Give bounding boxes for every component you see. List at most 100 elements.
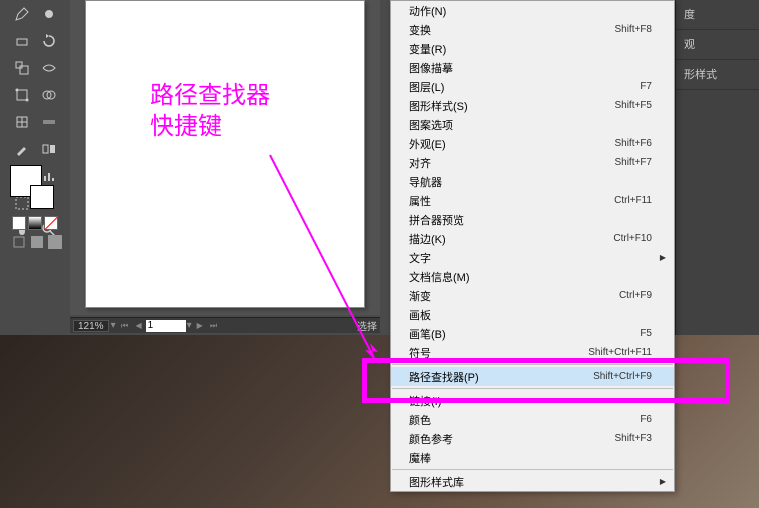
menu-label: 文字 [409, 250, 652, 266]
menu-shortcut: Shift+F6 [614, 138, 652, 149]
menu-shortcut: Shift+F8 [614, 24, 652, 35]
menu-item-19[interactable]: 路径查找器(P)Shift+Ctrl+F9 [391, 367, 674, 386]
menu-label: 变量(R) [409, 41, 652, 57]
menu-label: 动作(N) [409, 3, 652, 19]
last-page-button[interactable]: ⏭ [208, 320, 220, 332]
menu-shortcut: Shift+Ctrl+F9 [593, 371, 652, 382]
page-number[interactable]: 1 [146, 320, 186, 332]
tool-eyedropper[interactable] [8, 135, 35, 162]
tool-shape-builder[interactable] [35, 81, 62, 108]
menu-item-23[interactable]: 魔棒 [391, 448, 674, 467]
menu-item-11[interactable]: 拼合器预览 [391, 210, 674, 229]
menu-shortcut: Ctrl+F11 [614, 195, 652, 206]
menu-separator [392, 388, 673, 389]
tool-blob[interactable] [35, 0, 62, 27]
color-mode[interactable] [12, 216, 26, 230]
submenu-arrow-icon: ▶ [660, 477, 666, 486]
menu-item-18[interactable]: 符号Shift+Ctrl+F11 [391, 343, 674, 362]
annotation-line2: 快捷键 [150, 111, 270, 142]
artboard[interactable] [85, 0, 365, 308]
tool-rotate[interactable] [35, 27, 62, 54]
window-menu: 动作(N)变换Shift+F8变量(R)图像描摹图层(L)F7图形样式(S)Sh… [390, 0, 675, 492]
stroke-color[interactable] [30, 185, 54, 209]
menu-label: 渐变 [409, 288, 619, 304]
menu-item-3[interactable]: 图像描摹 [391, 58, 674, 77]
menu-item-24[interactable]: 图形样式库▶ [391, 472, 674, 491]
menu-item-5[interactable]: 图形样式(S)Shift+F5 [391, 96, 674, 115]
annotation-text: 路径查找器 快捷键 [150, 80, 270, 142]
menu-label: 文档信息(M) [409, 269, 652, 285]
menu-shortcut: F6 [640, 414, 652, 425]
menu-label: 外观(E) [409, 136, 614, 152]
menu-label: 符号 [409, 345, 588, 361]
menu-item-10[interactable]: 属性Ctrl+F11 [391, 191, 674, 210]
menu-label: 描边(K) [409, 231, 613, 247]
menu-label: 拼合器预览 [409, 212, 652, 228]
tool-pencil[interactable] [8, 0, 35, 27]
screen-mode-full[interactable] [30, 235, 44, 249]
menu-label: 链接(I) [409, 393, 652, 409]
menu-label: 对齐 [409, 155, 614, 171]
next-page-button[interactable]: ▶ [194, 320, 206, 332]
first-page-button[interactable]: ⏮ [119, 320, 131, 332]
menu-item-21[interactable]: 颜色F6 [391, 410, 674, 429]
menu-label: 图案选项 [409, 117, 652, 133]
menu-shortcut: Ctrl+F9 [619, 290, 652, 301]
canvas-area [70, 0, 380, 315]
prev-page-button[interactable]: ◀ [133, 320, 145, 332]
tool-eraser[interactable] [8, 27, 35, 54]
menu-shortcut: Shift+F5 [614, 100, 652, 111]
tool-mesh[interactable] [8, 108, 35, 135]
zoom-dropdown-icon[interactable]: ▾ [111, 320, 116, 331]
tool-blend[interactable] [35, 135, 62, 162]
menu-item-0[interactable]: 动作(N) [391, 1, 674, 20]
screen-mode-presentation[interactable] [48, 235, 62, 249]
menu-item-8[interactable]: 对齐Shift+F7 [391, 153, 674, 172]
panel-item-2[interactable]: 观 [676, 30, 759, 60]
tool-gradient[interactable] [35, 108, 62, 135]
menu-item-2[interactable]: 变量(R) [391, 39, 674, 58]
menu-shortcut: Shift+Ctrl+F11 [588, 347, 652, 358]
tool-scale[interactable] [8, 54, 35, 81]
gradient-mode[interactable] [28, 216, 42, 230]
screen-mode-normal[interactable] [12, 235, 26, 249]
menu-label: 图层(L) [409, 79, 640, 95]
menu-label: 图形样式(S) [409, 98, 614, 114]
menu-shortcut: F5 [640, 328, 652, 339]
none-mode[interactable] [44, 216, 58, 230]
menu-separator [392, 364, 673, 365]
status-label: 选择 [357, 318, 377, 333]
menu-item-16[interactable]: 画板 [391, 305, 674, 324]
color-mode-swatches [12, 216, 58, 230]
screen-modes [12, 235, 62, 249]
panel-item-1[interactable]: 度 [676, 0, 759, 30]
menu-item-12[interactable]: 描边(K)Ctrl+F10 [391, 229, 674, 248]
menu-item-4[interactable]: 图层(L)F7 [391, 77, 674, 96]
right-panel: 度 观 形样式 [675, 0, 759, 335]
page-dropdown-icon[interactable]: ▾ [187, 320, 192, 331]
menu-label: 属性 [409, 193, 614, 209]
menu-label: 颜色参考 [409, 431, 614, 447]
menu-label: 导航器 [409, 174, 652, 190]
menu-item-9[interactable]: 导航器 [391, 172, 674, 191]
status-bar: 121% ▾ ⏮ ◀ 1 ▾ ▶ ⏭ 选择 [70, 317, 380, 333]
menu-shortcut: Shift+F7 [614, 157, 652, 168]
menu-item-13[interactable]: 文字 ▶ [391, 248, 674, 267]
menu-item-1[interactable]: 变换Shift+F8 [391, 20, 674, 39]
menu-shortcut: Ctrl+F10 [613, 233, 652, 244]
menu-item-20[interactable]: 链接(I) [391, 391, 674, 410]
menu-label: 变换 [409, 22, 614, 38]
submenu-arrow-icon: ▶ [660, 253, 666, 262]
panel-item-3[interactable]: 形样式 [676, 60, 759, 90]
menu-item-7[interactable]: 外观(E)Shift+F6 [391, 134, 674, 153]
menu-item-14[interactable]: 文档信息(M) [391, 267, 674, 286]
menu-shortcut: F7 [640, 81, 652, 92]
zoom-level[interactable]: 121% [73, 320, 109, 332]
menu-item-17[interactable]: 画笔(B)F5 [391, 324, 674, 343]
menu-label: 画笔(B) [409, 326, 640, 342]
tool-width[interactable] [35, 54, 62, 81]
tool-free-transform[interactable] [8, 81, 35, 108]
menu-item-15[interactable]: 渐变Ctrl+F9 [391, 286, 674, 305]
menu-item-22[interactable]: 颜色参考Shift+F3 [391, 429, 674, 448]
menu-item-6[interactable]: 图案选项 [391, 115, 674, 134]
